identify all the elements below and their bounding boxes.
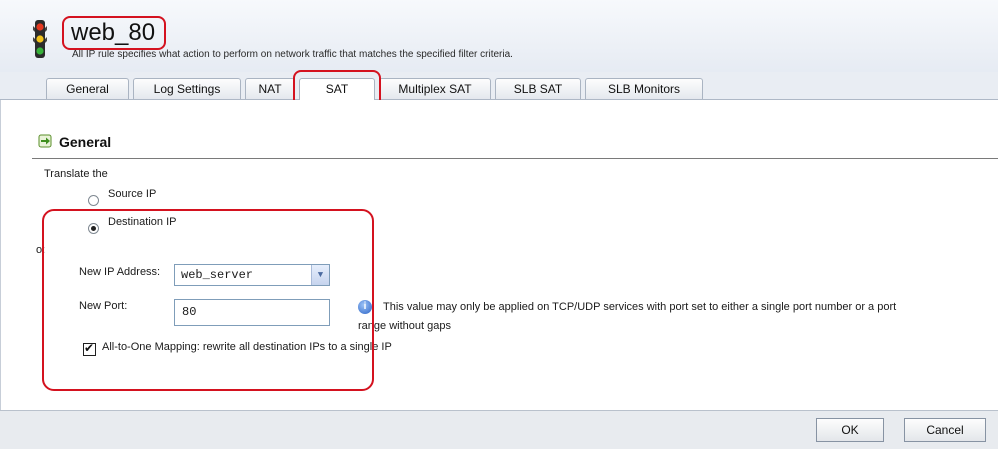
source-ip-radio[interactable]: [88, 195, 99, 206]
edit-arrow-icon: [38, 134, 52, 148]
section-title: General: [59, 134, 112, 150]
tab-slb-sat[interactable]: SLB SAT: [495, 78, 581, 99]
traffic-light-icon: [33, 20, 47, 58]
tab-general[interactable]: General: [46, 78, 129, 99]
port-info-line1: This value may only be applied on TCP/UD…: [383, 301, 897, 313]
tab-log-settings[interactable]: Log Settings: [133, 78, 241, 99]
tab-nat[interactable]: NAT: [245, 78, 295, 99]
source-ip-label: Source IP: [108, 188, 157, 200]
destination-highlight: [42, 209, 374, 391]
ok-button[interactable]: OK: [816, 418, 884, 442]
cancel-button[interactable]: Cancel: [904, 418, 986, 442]
translate-label: Translate the: [44, 168, 108, 180]
section-divider: [32, 158, 998, 159]
tab-slb-monitors[interactable]: SLB Monitors: [585, 78, 703, 99]
tab-multiplex-sat[interactable]: Multiplex SAT: [379, 78, 491, 99]
title-highlight: [62, 16, 166, 50]
rule-description: All IP rule specifies what action to per…: [72, 49, 513, 60]
